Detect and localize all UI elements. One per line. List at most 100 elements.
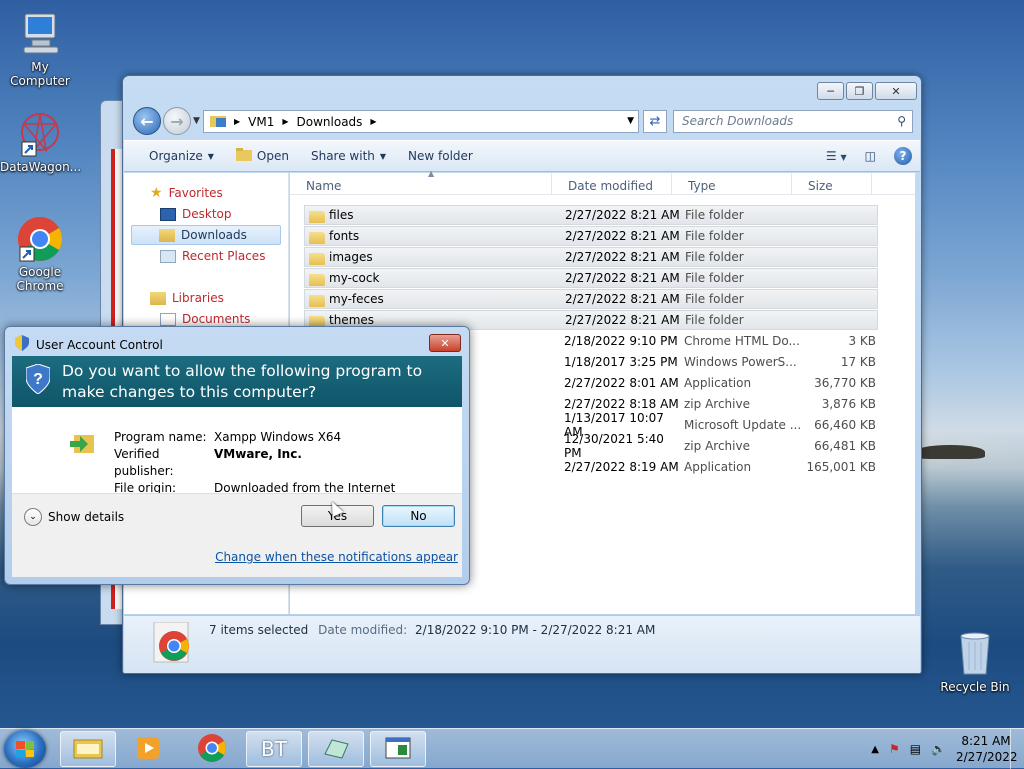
organize-button[interactable]: Organize ▼ xyxy=(138,144,225,168)
desktop-icon-my-computer[interactable]: My Computer xyxy=(0,10,80,88)
table-row[interactable]: files 2/27/2022 8:21 AM File folder xyxy=(304,205,878,225)
volume-icon[interactable]: 🔈 xyxy=(931,742,946,756)
network-icon[interactable]: ▤ xyxy=(910,742,921,756)
no-label: No xyxy=(410,509,427,523)
nav-desktop[interactable]: Desktop xyxy=(160,204,232,224)
file-type: File folder xyxy=(685,271,744,285)
search-icon[interactable]: ⚲ xyxy=(897,114,906,128)
breadcrumb-arrow-icon[interactable]: ▶ xyxy=(282,117,288,126)
forward-button[interactable]: → xyxy=(163,107,191,135)
file-date: 12/30/2021 5:40 PM xyxy=(564,432,664,460)
file-size: 165,001 KB xyxy=(806,460,876,474)
column-name[interactable]: ▲ Name xyxy=(290,169,552,195)
file-date: 1/18/2017 3:25 PM xyxy=(564,355,678,369)
column-type-label: Type xyxy=(688,179,716,193)
notification-settings-link[interactable]: Change when these notifications appear xyxy=(215,550,458,564)
nav-downloads[interactable]: Downloads xyxy=(131,225,281,245)
show-hidden-icons-icon[interactable]: ▲ xyxy=(871,744,879,755)
table-row[interactable]: fonts 2/27/2022 8:21 AM File folder xyxy=(304,226,878,246)
file-type: zip Archive xyxy=(684,397,750,411)
windows-logo-icon xyxy=(16,741,34,757)
file-type: Chrome HTML Do... xyxy=(684,334,800,348)
clock[interactable]: 8:21 AM 2/27/2022 xyxy=(956,733,1018,765)
column-type[interactable]: Type xyxy=(672,173,792,195)
uac-dialog[interactable]: User Account Control ✕ ? Do you want to … xyxy=(4,326,470,585)
open-folder-icon xyxy=(235,148,252,164)
computer-icon xyxy=(16,10,64,58)
uac-shield-icon xyxy=(15,335,29,354)
column-date-modified[interactable]: Date modified xyxy=(552,173,672,195)
share-with-button[interactable]: Share with ▼ xyxy=(300,144,397,168)
show-desktop-button[interactable] xyxy=(1010,729,1024,769)
minimize-button[interactable]: ─ xyxy=(817,82,844,100)
file-type: Microsoft Update ... xyxy=(684,418,802,432)
chevron-down-icon: ▼ xyxy=(379,151,387,161)
taskbar-bt[interactable]: BT xyxy=(246,731,302,767)
file-type: File folder xyxy=(685,313,744,327)
breadcrumb-arrow-icon[interactable]: ▶ xyxy=(370,117,376,126)
nav-favorites-label: Favorites xyxy=(168,186,223,200)
help-icon[interactable]: ? xyxy=(894,147,912,165)
file-size: 36,770 KB xyxy=(814,376,876,390)
sort-ascending-icon: ▲ xyxy=(428,169,435,178)
file-name-text: themes xyxy=(329,313,375,327)
column-headers: ▲ Name Date modified Type Size xyxy=(290,169,915,195)
open-button[interactable]: Open xyxy=(225,144,300,168)
table-row[interactable]: my-feces 2/27/2022 8:21 AM File folder xyxy=(304,289,878,309)
new-folder-button[interactable]: New folder xyxy=(397,144,484,168)
view-controls: ☰ ▼ ◫ ? xyxy=(826,147,912,165)
taskbar-explorer[interactable] xyxy=(60,731,116,767)
chevron-down-icon: ▼ xyxy=(207,151,214,161)
refresh-button[interactable]: ⇄ xyxy=(643,110,667,133)
items-selected: 7 items selected xyxy=(209,623,309,637)
nav-libraries[interactable]: Libraries xyxy=(150,288,224,308)
file-date: 2/27/2022 8:21 AM xyxy=(565,271,680,285)
breadcrumb-vm1[interactable]: VM1 xyxy=(248,115,274,129)
nav-documents-label: Documents xyxy=(182,312,251,326)
uac-details: Program name: Xampp Windows X64 Verified … xyxy=(12,407,462,495)
desktop-icon-label: My Computer xyxy=(10,60,70,88)
uac-close-button[interactable]: ✕ xyxy=(429,334,461,352)
file-size: 3,876 KB xyxy=(821,397,876,411)
action-center-icon[interactable]: ⚑ xyxy=(889,742,900,756)
share-label: Share with xyxy=(310,149,375,163)
taskbar-media-player[interactable] xyxy=(120,731,176,767)
maximize-button[interactable]: ❐ xyxy=(846,82,873,100)
desktop-icon-label: DataWagon... xyxy=(0,160,82,174)
taskbar-app-window[interactable] xyxy=(370,731,426,767)
preview-pane-icon[interactable]: ◫ xyxy=(865,149,876,163)
system-tray: ▲ ⚑ ▤ 🔈 8:21 AM 2/27/2022 xyxy=(871,732,1018,766)
nav-recent-places[interactable]: Recent Places xyxy=(160,246,265,266)
no-button[interactable]: No xyxy=(382,505,455,527)
start-button[interactable] xyxy=(4,730,46,768)
new-folder-label: New folder xyxy=(408,149,473,163)
table-row[interactable]: images 2/27/2022 8:21 AM File folder xyxy=(304,247,878,267)
taskbar-chrome[interactable] xyxy=(184,731,240,767)
close-button[interactable]: ✕ xyxy=(875,82,917,100)
file-type: File folder xyxy=(685,250,744,264)
uac-footer: ⌄ Show details Yes No Change when these n… xyxy=(12,493,462,577)
address-bar[interactable]: ▶ VM1 ▶ Downloads ▶ ▼ xyxy=(203,110,639,133)
view-options-icon[interactable]: ☰ ▼ xyxy=(826,149,847,163)
desktop-icon-chrome[interactable]: Google Chrome xyxy=(0,215,80,293)
address-dropdown-icon[interactable]: ▼ xyxy=(627,116,634,126)
desktop-icon-datawagon[interactable]: DataWagon... xyxy=(0,110,82,174)
publisher-label: Verified publisher: xyxy=(114,447,174,478)
back-button[interactable]: ← xyxy=(133,107,161,135)
taskbar-app-document[interactable] xyxy=(308,731,364,767)
breadcrumb-arrow-icon[interactable]: ▶ xyxy=(234,117,240,126)
breadcrumb-downloads[interactable]: Downloads xyxy=(297,115,363,129)
window-app-icon xyxy=(384,736,412,763)
file-type: Application xyxy=(684,376,752,390)
nav-favorites[interactable]: ★ Favorites xyxy=(150,183,223,203)
desktop-icon-recycle-bin[interactable]: Recycle Bin xyxy=(935,630,1015,694)
show-details-toggle[interactable]: ⌄ Show details xyxy=(24,508,124,526)
downloads-folder-icon xyxy=(159,228,175,242)
table-row[interactable]: my-cock 2/27/2022 8:21 AM File folder xyxy=(304,268,878,288)
media-player-icon xyxy=(135,735,161,764)
column-size[interactable]: Size xyxy=(792,173,872,195)
recent-pages-dropdown[interactable]: ▼ xyxy=(193,116,200,126)
search-input[interactable]: Search Downloads ⚲ xyxy=(673,110,913,133)
file-date: 2/27/2022 8:21 AM xyxy=(565,229,680,243)
folder-icon xyxy=(210,114,226,130)
